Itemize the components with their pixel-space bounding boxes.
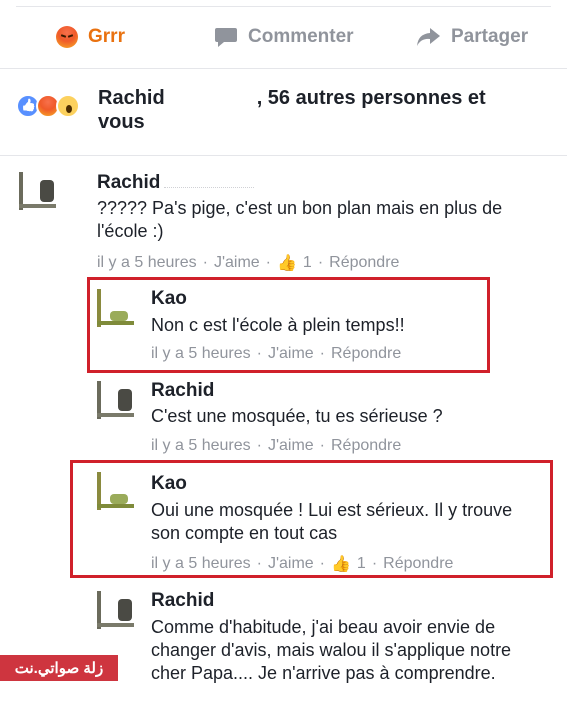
like-link[interactable]: J'aime [268, 555, 314, 573]
reply-link[interactable]: Répondre [331, 345, 401, 363]
like-link[interactable]: J'aime [268, 345, 314, 363]
comment-author[interactable]: Rachid [151, 380, 214, 402]
grrr-label: Grrr [88, 26, 125, 47]
comment-time: il y a 5 heures [97, 254, 197, 271]
author-name[interactable]: Rachid [151, 590, 214, 611]
wow-reaction-icon [56, 94, 80, 118]
divider [0, 155, 567, 156]
comment-text: ????? Pa's pige, c'est un bon plan mais … [97, 198, 503, 241]
comment-text: C'est une mosquée, tu es sérieuse ? [151, 406, 443, 426]
share-label: Partager [451, 26, 529, 47]
comment-label: Commenter [248, 26, 354, 47]
share-arrow-icon [417, 28, 440, 46]
comment-author[interactable]: Rachid [151, 590, 214, 612]
comment-text: Oui une mosquée ! Lui est sérieux. Il y … [151, 500, 513, 543]
avatar[interactable] [96, 381, 134, 419]
avatar[interactable] [18, 172, 56, 210]
reply-link[interactable]: Répondre [329, 254, 399, 272]
avatar[interactable] [96, 472, 134, 510]
divider [0, 68, 567, 69]
reaction-icons [16, 94, 94, 120]
author-name[interactable]: Rachid [151, 380, 214, 401]
comment-author[interactable]: Kao [151, 288, 187, 310]
reactions-text: Rachid, 56 autres personnes et vous [98, 86, 528, 134]
comment-text: Non c est l'école à plein temps!! [151, 315, 405, 335]
reactor-name[interactable]: Rachid [98, 87, 165, 109]
top-divider [16, 6, 551, 7]
reply-link[interactable]: Répondre [383, 555, 453, 573]
comment-time: il y a 5 heures [151, 437, 251, 454]
author-name[interactable]: Kao [151, 473, 187, 494]
watermark-badge: زلة صواتي.نت [0, 655, 118, 681]
author-name[interactable]: Rachid [97, 172, 160, 193]
like-link[interactable]: J'aime [214, 254, 260, 272]
comment-text: Comme d'habitude, j'ai beau avoir envie … [151, 617, 512, 683]
like-thumb-icon: 👍 [331, 556, 351, 573]
like-count: 1 [302, 254, 312, 271]
comment-meta: il y a 5 heures · J'aime · Répondre [151, 345, 402, 363]
like-count: 1 [356, 555, 366, 572]
reply-link[interactable]: Répondre [331, 437, 401, 455]
comment-button[interactable]: Commenter [214, 14, 354, 60]
redacted-name [164, 173, 255, 188]
author-name[interactable]: Kao [151, 288, 187, 309]
grrr-reaction-button[interactable]: Grrr [56, 14, 125, 60]
angry-emoji-icon [56, 26, 78, 48]
comment-meta: il y a 5 heures · J'aime · Répondre [151, 437, 402, 455]
avatar[interactable] [96, 289, 134, 327]
like-thumb-icon: 👍 [277, 255, 297, 272]
comment-meta: il y a 5 heures · J'aime · 👍 1 · Répondr… [97, 254, 400, 272]
comment-author[interactable]: Rachid [97, 172, 255, 194]
comment-icon [215, 28, 237, 47]
comment-time: il y a 5 heures [151, 345, 251, 362]
like-link[interactable]: J'aime [268, 437, 314, 455]
share-button[interactable]: Partager [415, 14, 528, 60]
post-actions-bar: Grrr Commenter Partager [0, 14, 567, 60]
avatar[interactable] [96, 591, 134, 629]
comment-time: il y a 5 heures [151, 555, 251, 572]
comment-author[interactable]: Kao [151, 473, 187, 495]
comment-meta: il y a 5 heures · J'aime · 👍 1 · Répondr… [151, 555, 454, 573]
